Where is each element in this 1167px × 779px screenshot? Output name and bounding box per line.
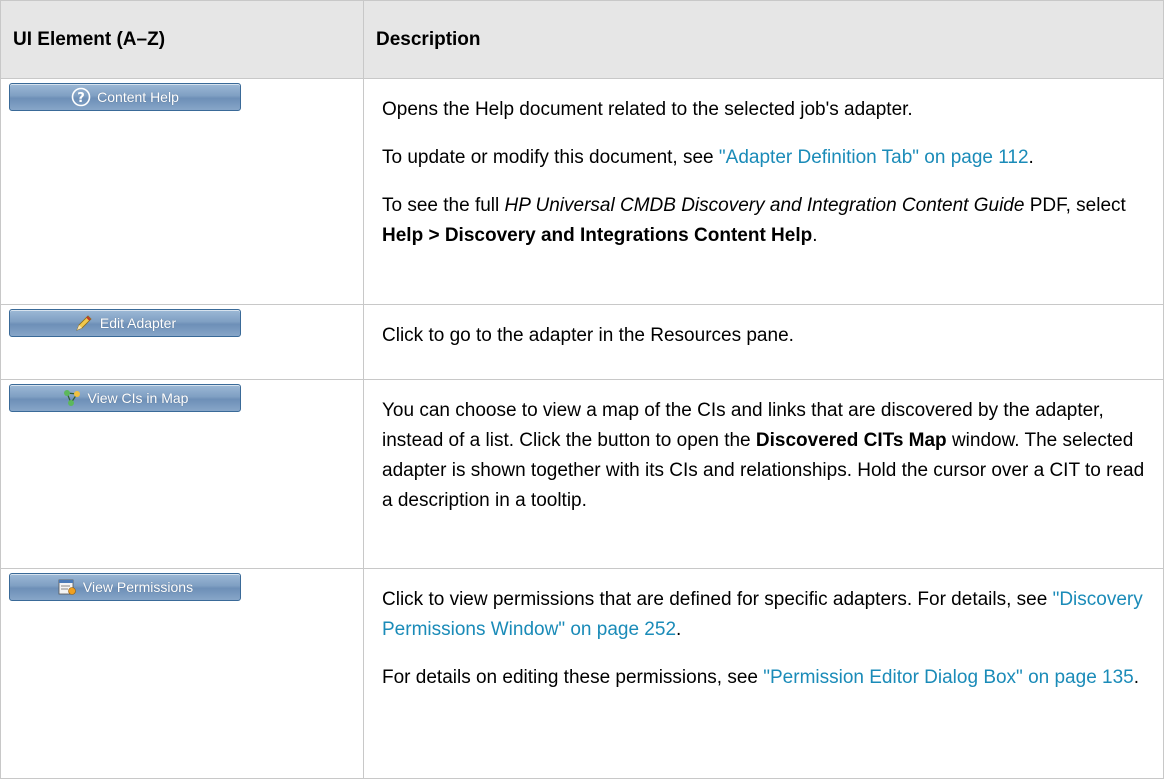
description-cell: Click to view permissions that are defin… (363, 568, 1164, 779)
ui-element-cell: ? Content Help (0, 78, 364, 305)
window-name: Discovered CITs Map (755, 430, 947, 451)
view-cis-in-map-label: View CIs in Map (87, 390, 189, 406)
pencil-icon (74, 313, 94, 333)
map-icon (62, 388, 82, 408)
description-text: To see the full HP Universal CMDB Discov… (382, 195, 1126, 246)
table-row: Edit Adapter Click to go to the adapter … (0, 304, 1164, 380)
table-row: ? Content Help Opens the Help document r… (0, 78, 1164, 305)
table-header-row: UI Element (A–Z) Description (0, 0, 1164, 79)
description-text: Opens the Help document related to the s… (382, 99, 913, 120)
table-row: View CIs in Map You can choose to view a… (0, 379, 1164, 569)
edit-adapter-label: Edit Adapter (99, 315, 177, 331)
description-cell: Click to go to the adapter in the Resour… (363, 304, 1164, 380)
guide-title: HP Universal CMDB Discovery and Integrat… (504, 195, 1025, 216)
description-cell: Opens the Help document related to the s… (363, 78, 1164, 305)
help-icon: ? (71, 87, 91, 107)
description-cell: You can choose to view a map of the CIs … (363, 379, 1164, 569)
permissions-icon (57, 577, 77, 597)
ui-element-cell: View Permissions (0, 568, 364, 779)
content-help-label: Content Help (97, 89, 179, 105)
content-help-button[interactable]: ? Content Help (9, 83, 241, 111)
header-description: Description (363, 0, 1164, 79)
view-permissions-button[interactable]: View Permissions (9, 573, 241, 601)
view-cis-in-map-button[interactable]: View CIs in Map (9, 384, 241, 412)
description-text: To update or modify this document, see "… (382, 147, 1034, 168)
ui-elements-table: UI Element (A–Z) Description ? Content H… (0, 0, 1164, 779)
description-text: For details on editing these permissions… (382, 667, 1140, 688)
view-permissions-label: View Permissions (82, 579, 194, 595)
permission-editor-dialog-link[interactable]: "Permission Editor Dialog Box" on page 1… (763, 667, 1133, 688)
description-text: You can choose to view a map of the CIs … (382, 400, 1145, 511)
svg-text:?: ? (77, 91, 85, 106)
header-ui-element: UI Element (A–Z) (0, 0, 364, 79)
description-text: Click to go to the adapter in the Resour… (382, 325, 794, 346)
table-row: View Permissions Click to view permissio… (0, 568, 1164, 779)
edit-adapter-button[interactable]: Edit Adapter (9, 309, 241, 337)
menu-path: Help > Discovery and Integrations Conten… (382, 225, 813, 246)
description-text: Click to view permissions that are defin… (382, 589, 1143, 640)
ui-element-cell: Edit Adapter (0, 304, 364, 380)
adapter-definition-tab-link[interactable]: "Adapter Definition Tab" on page 112 (719, 147, 1029, 168)
ui-element-cell: View CIs in Map (0, 379, 364, 569)
